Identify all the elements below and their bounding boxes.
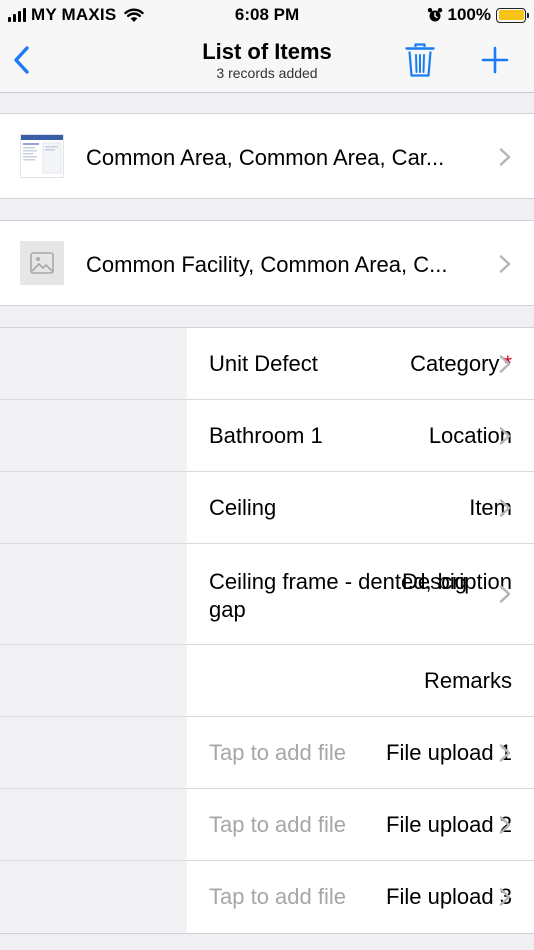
chevron-left-icon: [14, 46, 29, 74]
navigation-bar: List of Items 3 records added: [0, 30, 534, 93]
add-button[interactable]: [478, 42, 512, 78]
page-title: List of Items: [202, 39, 332, 64]
description-value: Ceiling frame - dented, big gap: [209, 569, 468, 622]
file-upload-2-placeholder: Tap to add file: [209, 812, 346, 837]
trash-icon: [405, 43, 435, 77]
record-title: Common Area, Common Area, Car...: [86, 145, 445, 170]
document-thumbnail: [20, 134, 64, 178]
chevron-right-icon: [499, 355, 511, 373]
description-row[interactable]: Description Ceiling frame - dented, big …: [0, 544, 534, 645]
remarks-label: Remarks: [423, 668, 512, 693]
chevron-right-icon: [499, 255, 511, 273]
location-row[interactable]: Location Bathroom 1: [0, 400, 534, 472]
back-button[interactable]: [6, 40, 36, 80]
label-cell: [0, 328, 187, 399]
label-cell: [0, 717, 187, 788]
record-item[interactable]: Common Facility, Common Area, C...: [0, 220, 534, 306]
document-preview-icon: [21, 135, 63, 174]
item-value: Ceiling: [209, 495, 277, 520]
label-cell: [0, 544, 187, 644]
nav-title-group: List of Items 3 records added: [130, 39, 404, 81]
chevron-right-icon: [499, 148, 511, 166]
label-cell: [0, 400, 187, 471]
status-bar: MY MAXIS 6:08 PM 100%: [0, 0, 534, 30]
file-upload-2-row[interactable]: File upload 2 Tap to add file: [0, 789, 534, 861]
battery-percent: 100%: [447, 5, 491, 24]
chevron-right-icon: [499, 888, 511, 906]
chevron-right-icon: [499, 816, 511, 834]
file-upload-1-row[interactable]: File upload 1 Tap to add file: [0, 717, 534, 789]
category-row[interactable]: Category * Unit Defect: [0, 328, 534, 400]
battery-icon: [496, 7, 529, 23]
image-icon: [30, 252, 54, 274]
delete-button[interactable]: [403, 40, 437, 80]
image-placeholder-icon: [20, 241, 64, 285]
item-detail-form: Category * Unit Defect Location Bathroom …: [0, 327, 534, 934]
status-bar-right: 100%: [427, 5, 529, 25]
file-upload-3-placeholder: Tap to add file: [209, 884, 346, 909]
chevron-right-icon: [499, 499, 511, 517]
file-upload-1-placeholder: Tap to add file: [209, 740, 346, 765]
remarks-row[interactable]: Remarks: [0, 645, 534, 717]
item-row[interactable]: Item Ceiling: [0, 472, 534, 544]
label-cell: [0, 472, 187, 543]
label-cell: [0, 789, 187, 860]
category-value: Unit Defect: [209, 351, 318, 376]
chevron-right-icon: [499, 744, 511, 762]
file-upload-3-row[interactable]: File upload 3 Tap to add file: [0, 861, 534, 933]
alarm-clock-icon: [427, 8, 442, 22]
chevron-right-icon: [499, 585, 511, 603]
label-cell: [0, 861, 187, 933]
label-cell: [0, 645, 187, 716]
location-value: Bathroom 1: [209, 423, 323, 448]
record-item[interactable]: Common Area, Common Area, Car...: [0, 113, 534, 199]
records-count: 3 records added: [216, 65, 318, 81]
record-title: Common Facility, Common Area, C...: [86, 252, 448, 277]
plus-icon: [481, 46, 509, 74]
chevron-right-icon: [499, 427, 511, 445]
